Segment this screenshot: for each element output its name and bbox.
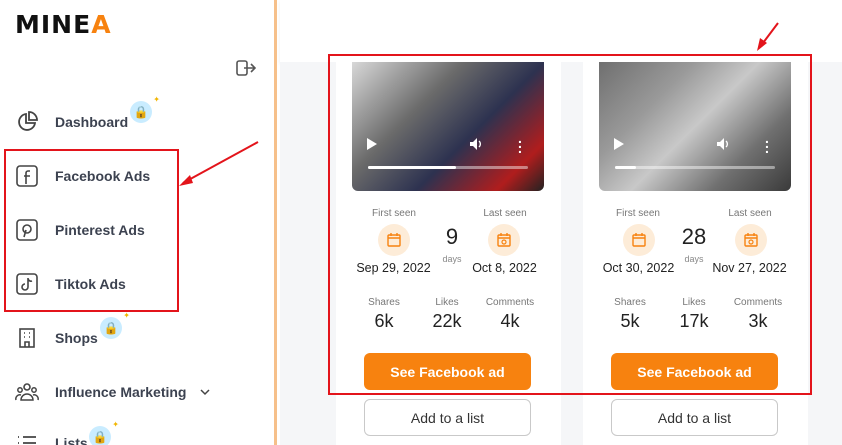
arrow-to-platforms	[179, 141, 259, 186]
annotation-arrows	[179, 22, 779, 186]
arrow-to-cards	[757, 22, 779, 51]
page: MINEA Dashboard 🔒 Facebook Ads Pinterest	[0, 0, 842, 445]
